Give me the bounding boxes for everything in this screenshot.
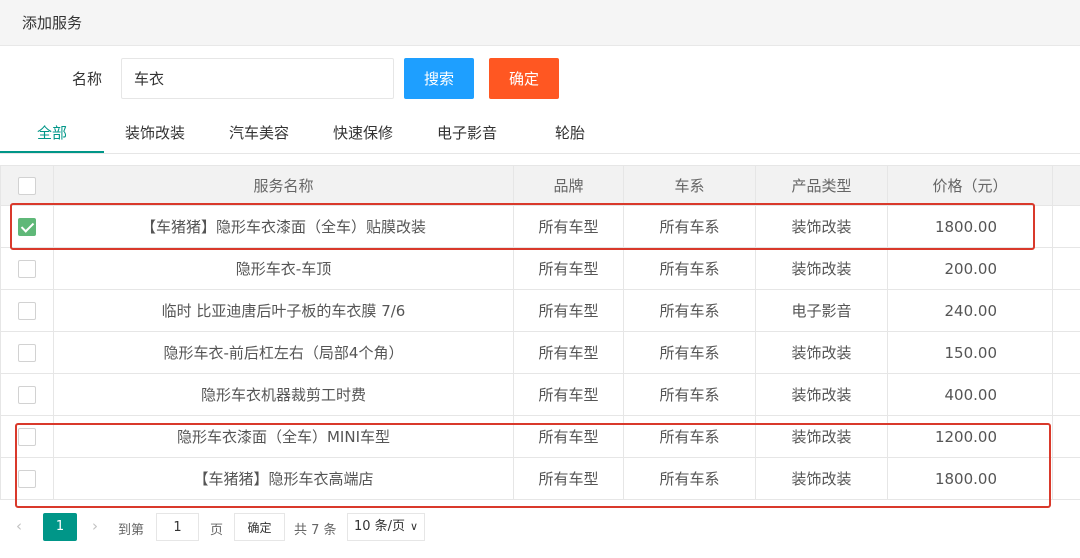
- series-cell: 所有车系: [623, 331, 756, 374]
- brand-cell: 所有车型: [513, 289, 624, 332]
- table-row[interactable]: 隐形车衣机器裁剪工时费 所有车型 所有车系 装饰改装 400.00: [0, 373, 1080, 416]
- spacer-cell: [1052, 457, 1080, 500]
- table-row[interactable]: 隐形车衣-车顶 所有车型 所有车系 装饰改装 200.00: [0, 247, 1080, 290]
- row-checkbox[interactable]: [18, 343, 36, 362]
- brand-cell: 所有车型: [513, 415, 624, 458]
- row-checkbox[interactable]: [18, 469, 36, 488]
- name-label: 名称: [72, 70, 103, 88]
- price-cell: 1800.00: [887, 205, 1053, 248]
- price-cell: 240.00: [887, 289, 1053, 332]
- table-header-row: 服务名称 品牌 车系 产品类型 价格（元）: [0, 165, 1080, 206]
- price-cell: 1200.00: [887, 415, 1053, 458]
- price-cell: 400.00: [887, 373, 1053, 416]
- page-size-value: 10 条/页: [354, 519, 406, 534]
- row-checkbox[interactable]: [18, 385, 36, 404]
- goto-page-input[interactable]: [156, 513, 199, 541]
- total-count: 共 7 条: [294, 523, 337, 538]
- tab-decoration[interactable]: 装饰改装: [125, 122, 185, 143]
- type-cell: 电子影音: [755, 289, 888, 332]
- service-name: 隐形车衣漆面（全车）MINI车型: [53, 415, 514, 458]
- prev-page-icon[interactable]: ‹: [16, 517, 22, 535]
- type-cell: 装饰改装: [755, 331, 888, 374]
- search-button[interactable]: 搜索: [404, 58, 474, 99]
- type-cell: 装饰改装: [755, 457, 888, 500]
- column-header-series: 车系: [623, 165, 756, 206]
- row-checkbox[interactable]: [18, 427, 36, 446]
- brand-cell: 所有车型: [513, 247, 624, 290]
- brand-cell: 所有车型: [513, 373, 624, 416]
- page-header: 添加服务: [0, 0, 1080, 46]
- service-name: 隐形车衣-车顶: [53, 247, 514, 290]
- series-cell: 所有车系: [623, 415, 756, 458]
- goto-label: 到第: [118, 523, 145, 538]
- price-cell: 150.00: [887, 331, 1053, 374]
- spacer-cell: [1052, 373, 1080, 416]
- current-page-button[interactable]: 1: [43, 513, 77, 541]
- category-tabs: 全部 装饰改装 汽车美容 快速保修 电子影音 轮胎: [0, 112, 1080, 154]
- table-row[interactable]: 【车猪猪】隐形车衣漆面（全车）贴膜改装 所有车型 所有车系 装饰改装 1800.…: [0, 205, 1080, 248]
- column-header-spacer: [1052, 165, 1080, 206]
- goto-confirm-button[interactable]: 确定: [234, 513, 285, 541]
- spacer-cell: [1052, 415, 1080, 458]
- brand-cell: 所有车型: [513, 205, 624, 248]
- brand-cell: 所有车型: [513, 457, 624, 500]
- table-row[interactable]: 隐形车衣-前后杠左右（局部4个角） 所有车型 所有车系 装饰改装 150.00: [0, 331, 1080, 374]
- type-cell: 装饰改装: [755, 247, 888, 290]
- column-header-name: 服务名称: [53, 165, 514, 206]
- service-name: 【车猪猪】隐形车衣漆面（全车）贴膜改装: [53, 205, 514, 248]
- tab-all[interactable]: 全部: [37, 122, 67, 143]
- pagination: ‹ 1 › 到第 页 确定 共 7 条 10 条/页 ∨: [0, 512, 1080, 542]
- tab-audio-video[interactable]: 电子影音: [437, 122, 497, 143]
- confirm-button[interactable]: 确定: [489, 58, 559, 99]
- type-cell: 装饰改装: [755, 373, 888, 416]
- name-search-input[interactable]: [121, 58, 394, 99]
- page-title: 添加服务: [22, 14, 83, 32]
- row-checkbox[interactable]: [18, 301, 36, 320]
- type-cell: 装饰改装: [755, 205, 888, 248]
- column-header-price: 价格（元）: [887, 165, 1053, 206]
- series-cell: 所有车系: [623, 205, 756, 248]
- spacer-cell: [1052, 247, 1080, 290]
- brand-cell: 所有车型: [513, 331, 624, 374]
- service-table: 服务名称 品牌 车系 产品类型 价格（元） 【车猪猪】隐形车衣漆面（全车）贴膜改…: [0, 165, 1080, 500]
- table-row[interactable]: 隐形车衣漆面（全车）MINI车型 所有车型 所有车系 装饰改装 1200.00: [0, 415, 1080, 458]
- active-tab-indicator: [0, 151, 104, 153]
- series-cell: 所有车系: [623, 457, 756, 500]
- column-header-type: 产品类型: [755, 165, 888, 206]
- select-all-cell: [0, 165, 54, 206]
- service-name: 隐形车衣机器裁剪工时费: [53, 373, 514, 416]
- price-cell: 200.00: [887, 247, 1053, 290]
- service-name: 【车猪猪】隐形车衣高端店: [53, 457, 514, 500]
- page-size-select[interactable]: 10 条/页 ∨: [347, 513, 425, 541]
- spacer-cell: [1052, 205, 1080, 248]
- select-all-checkbox[interactable]: [18, 176, 36, 195]
- spacer-cell: [1052, 331, 1080, 374]
- chevron-down-icon: ∨: [409, 520, 418, 533]
- series-cell: 所有车系: [623, 373, 756, 416]
- spacer-cell: [1052, 289, 1080, 332]
- service-name: 临时 比亚迪唐后叶子板的车衣膜 7/6: [53, 289, 514, 332]
- page-unit-label: 页: [210, 523, 224, 538]
- column-header-brand: 品牌: [513, 165, 624, 206]
- type-cell: 装饰改装: [755, 415, 888, 458]
- tab-quick-repair[interactable]: 快速保修: [333, 122, 393, 143]
- next-page-icon[interactable]: ›: [92, 517, 98, 535]
- row-checkbox[interactable]: [18, 259, 36, 278]
- tab-tires[interactable]: 轮胎: [555, 122, 585, 143]
- price-cell: 1800.00: [887, 457, 1053, 500]
- tab-beauty[interactable]: 汽车美容: [229, 122, 289, 143]
- table-row[interactable]: 【车猪猪】隐形车衣高端店 所有车型 所有车系 装饰改装 1800.00: [0, 457, 1080, 500]
- row-checkbox[interactable]: [18, 217, 36, 236]
- table-row[interactable]: 临时 比亚迪唐后叶子板的车衣膜 7/6 所有车型 所有车系 电子影音 240.0…: [0, 289, 1080, 332]
- series-cell: 所有车系: [623, 289, 756, 332]
- service-name: 隐形车衣-前后杠左右（局部4个角）: [53, 331, 514, 374]
- series-cell: 所有车系: [623, 247, 756, 290]
